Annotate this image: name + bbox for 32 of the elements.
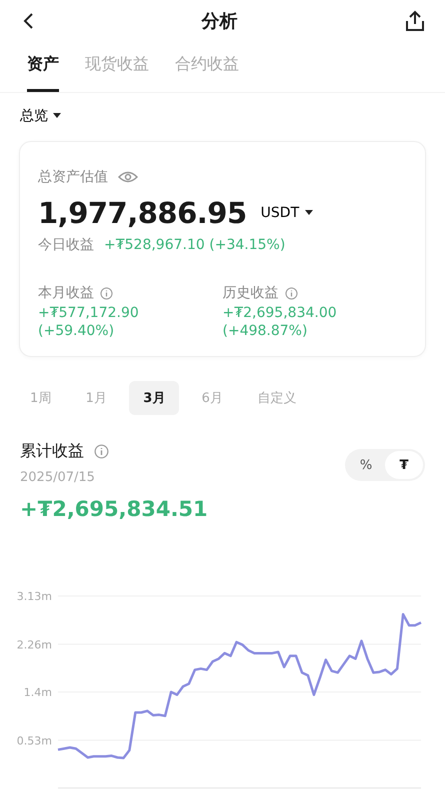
- caret-icon: [305, 210, 314, 216]
- total-value: 1,977,886.95: [38, 196, 247, 230]
- stat-value: +₮577,172.90: [38, 304, 139, 322]
- tab[interactable]: 资产: [27, 54, 59, 92]
- caret-icon: [53, 113, 61, 119]
- info-icon[interactable]: [100, 286, 113, 300]
- today-label: 今日收益: [38, 236, 94, 254]
- stat-percent: (+59.40%): [38, 322, 114, 340]
- currency-dropdown[interactable]: USDT: [260, 205, 314, 221]
- back-icon[interactable]: [22, 12, 34, 30]
- page-title: 分析: [202, 10, 238, 33]
- stat-percent: (+498.87%): [222, 322, 308, 340]
- axis-label: 3.13m: [16, 590, 52, 603]
- axis-label: 2.26m: [16, 638, 52, 652]
- share-icon[interactable]: [405, 10, 425, 32]
- date-label: 2025/07/15: [20, 470, 95, 485]
- stat-label: 历史收益: [222, 284, 278, 302]
- cumulative-value: +₮2,695,834.51: [20, 497, 208, 521]
- overview-dropdown[interactable]: 总览: [20, 107, 61, 125]
- section-title: 累计收益: [20, 441, 84, 462]
- stat-label: 本月收益: [38, 284, 94, 302]
- unit-option[interactable]: ₮: [385, 451, 423, 479]
- stat-value: +₮2,695,834.00: [222, 304, 337, 322]
- info-icon[interactable]: [284, 286, 298, 300]
- today-value: +₮528,967.10 (+34.15%): [104, 237, 286, 253]
- axis-label: 1.4m: [24, 686, 52, 699]
- period-tab[interactable]: 3月: [129, 381, 180, 415]
- axis-label: 0.53m: [16, 734, 52, 748]
- total-label: 总资产估值: [38, 168, 108, 186]
- unit-option[interactable]: %: [347, 451, 385, 479]
- eye-icon[interactable]: [118, 170, 138, 184]
- info-icon[interactable]: [94, 444, 109, 459]
